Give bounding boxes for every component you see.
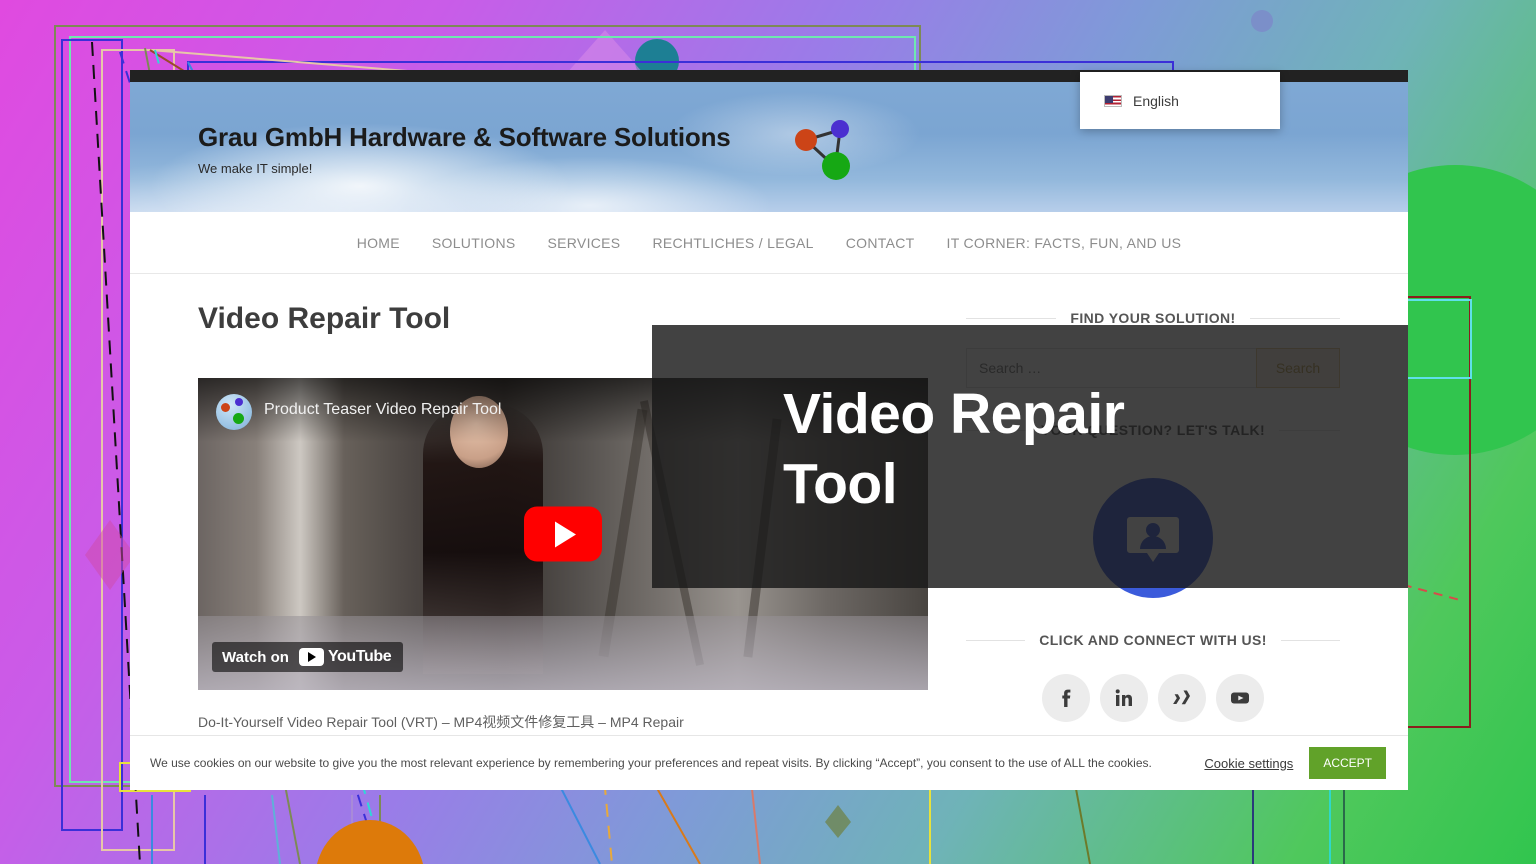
nav-item-contact[interactable]: CONTACT [830, 235, 931, 251]
language-switcher-dropdown[interactable]: English [1080, 72, 1280, 129]
channel-avatar-icon[interactable] [216, 394, 252, 430]
avatar-dot-green [233, 413, 244, 424]
search-widget: FIND YOUR SOLUTION! Search [966, 310, 1340, 388]
nav-link-home[interactable]: HOME [341, 235, 416, 251]
sidebar: FIND YOUR SOLUTION! Search YOUR QUESTION… [966, 302, 1340, 756]
xing-icon[interactable] [1158, 674, 1206, 722]
youtube-wordmark: YouTube [327, 648, 392, 665]
avatar-dot-orange [221, 403, 230, 412]
nav-link-services[interactable]: SERVICES [532, 235, 637, 251]
cookie-consent-banner: We use cookies on our website to give yo… [130, 735, 1408, 790]
video-top-overlay: Product Teaser Video Repair Tool [198, 378, 928, 442]
nav-menu: HOME SOLUTIONS SERVICES RECHTLICHES / LE… [341, 235, 1198, 251]
linkedin-icon[interactable] [1100, 674, 1148, 722]
nav-link-legal[interactable]: RECHTLICHES / LEGAL [636, 235, 829, 251]
molecule-logo-icon [795, 120, 850, 180]
youtube-brand-badge: YouTube [298, 648, 392, 666]
youtube-video-embed[interactable]: Product Teaser Video Repair Tool Watch o… [198, 378, 928, 690]
site-tagline: We make IT simple! [198, 161, 313, 176]
cookie-banner-text: We use cookies on our website to give yo… [150, 755, 1152, 770]
cookie-settings-link[interactable]: Cookie settings [1204, 756, 1293, 771]
social-widget: CLICK AND CONNECT WITH US! [966, 632, 1340, 722]
nav-link-contact[interactable]: CONTACT [830, 235, 931, 251]
contact-icon-wrapper [966, 478, 1340, 598]
youtube-glyph [1231, 692, 1249, 704]
page-title: Video Repair Tool [198, 302, 451, 335]
social-links-row [966, 674, 1340, 722]
nav-item-services[interactable]: SERVICES [532, 235, 637, 251]
nav-item-it-corner[interactable]: IT CORNER: FACTS, FUN, AND US [931, 235, 1198, 251]
main-column: Video Repair Tool Product Teaser Video R… [198, 302, 928, 756]
watch-on-label: Watch on [222, 648, 289, 666]
search-input[interactable] [966, 348, 1256, 388]
cookie-accept-button[interactable]: ACCEPT [1309, 747, 1386, 779]
contact-card-icon[interactable] [1093, 478, 1213, 598]
language-label[interactable]: English [1133, 93, 1179, 109]
contact-widget-title: YOUR QUESTION? LET'S TALK! [966, 422, 1340, 438]
search-widget-title: FIND YOUR SOLUTION! [966, 310, 1340, 326]
nav-item-solutions[interactable]: SOLUTIONS [416, 235, 532, 251]
youtube-icon [298, 648, 324, 666]
site-title[interactable]: Grau GmbH Hardware & Software Solutions [198, 122, 731, 153]
social-widget-title: CLICK AND CONNECT WITH US! [966, 632, 1340, 648]
search-form[interactable]: Search [966, 348, 1340, 388]
facebook-glyph [1062, 689, 1071, 707]
youtube-play-icon[interactable] [524, 506, 602, 562]
youtube-play-triangle [308, 652, 317, 662]
youtube-icon[interactable] [1216, 674, 1264, 722]
facebook-icon[interactable] [1042, 674, 1090, 722]
contact-widget: YOUR QUESTION? LET'S TALK! [966, 422, 1340, 598]
nav-item-home[interactable]: HOME [341, 235, 416, 251]
avatar-dot-purple [235, 398, 243, 406]
play-triangle [554, 521, 576, 547]
watch-on-youtube-button[interactable]: Watch on YouTube [212, 642, 404, 672]
search-button[interactable]: Search [1256, 348, 1340, 388]
content-area: Video Repair Tool Product Teaser Video R… [130, 274, 1408, 756]
nav-link-solutions[interactable]: SOLUTIONS [416, 235, 532, 251]
us-flag-icon [1104, 94, 1122, 107]
website-page: Grau GmbH Hardware & Software Solutions … [130, 70, 1408, 790]
nav-item-legal[interactable]: RECHTLICHES / LEGAL [636, 235, 829, 251]
site-branding: Grau GmbH Hardware & Software Solutions … [198, 122, 731, 176]
linkedin-glyph [1115, 689, 1132, 706]
xing-glyph [1173, 690, 1190, 705]
video-title[interactable]: Product Teaser Video Repair Tool [264, 394, 501, 419]
contact-card-glyph [1127, 517, 1179, 562]
nav-link-it-corner[interactable]: IT CORNER: FACTS, FUN, AND US [931, 235, 1198, 251]
video-caption: Do-It-Yourself Video Repair Tool (VRT) –… [198, 714, 684, 730]
primary-navigation[interactable]: HOME SOLUTIONS SERVICES RECHTLICHES / LE… [130, 212, 1408, 274]
